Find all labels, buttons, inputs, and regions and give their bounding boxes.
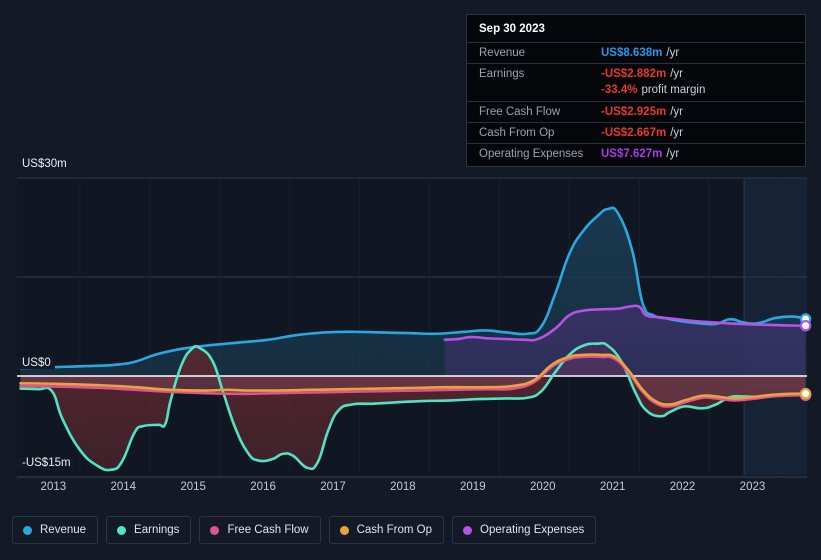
x-axis-tick: 2013 (40, 481, 67, 493)
endpoint-operating-expenses (799, 319, 812, 332)
legend-item-label: Operating Expenses (480, 524, 585, 536)
legend-color-dot-icon (210, 525, 220, 535)
legend-item-earnings[interactable]: Earnings (106, 516, 192, 544)
y-axis-label-bottom: -US$15m (16, 457, 75, 469)
tooltip-row-unit: /yr (670, 68, 683, 80)
legend-item-label: Cash From Op (356, 524, 433, 536)
x-axis-tick: 2014 (110, 481, 137, 493)
x-axis-tick: 2019 (460, 481, 486, 493)
x-axis-tick: 2018 (390, 481, 416, 493)
tooltip-row-unit: /yr (666, 148, 680, 160)
legend-item-free-cash-flow[interactable]: Free Cash Flow (199, 516, 321, 544)
legend-item-cash-from-op[interactable]: Cash From Op (328, 516, 445, 544)
tooltip-row-value: -33.4% (601, 84, 638, 96)
endpoint-cash-from-op (799, 387, 812, 400)
tooltip-row: Free Cash Flow -US$2.925m/yr (467, 101, 805, 122)
x-axis-tick: 2022 (669, 481, 696, 493)
financial-chart: US$30m US$0 -US$15m 2013 2014 2015 2016 2017… (0, 0, 821, 560)
x-axis-tick: 2020 (529, 481, 556, 493)
legend-item-revenue[interactable]: Revenue (12, 516, 99, 544)
legend-item-operating-expenses[interactable]: Operating Expenses (452, 516, 597, 544)
tooltip-rows: Revenue US$8.638m/yr Earnings -US$2.882m/yr… (467, 42, 805, 164)
tooltip-row-value: -US$2.925m (601, 106, 667, 118)
tooltip-row-value: -US$2.667m (601, 127, 667, 139)
tooltip-row: Revenue US$8.638m/yr (467, 42, 805, 63)
data-tooltip: Sep 30 2023 Revenue US$8.638m/yr Earnings -… (466, 14, 806, 167)
tooltip-row-value: US$7.627m (601, 148, 663, 160)
tooltip-row-unit: /yr (666, 47, 680, 59)
legend-item-label: Earnings (134, 524, 180, 536)
y-axis-label-top: US$30m (16, 158, 71, 170)
tooltip-row: -33.4% profit margin (467, 84, 805, 101)
tooltip-row-label: Earnings (479, 68, 525, 80)
x-axis-tick: 2016 (250, 481, 276, 493)
legend-color-dot-icon (463, 525, 473, 535)
y-axis-label-zero: US$0 (16, 357, 55, 369)
tooltip-row: Operating Expenses US$7.627m/yr (467, 143, 805, 164)
tooltip-date: Sep 30 2023 (479, 23, 545, 35)
chart-legend[interactable]: Revenue Earnings Free Cash Flow Cash From O… (12, 516, 597, 544)
tooltip-row-subtext: profit margin (641, 84, 706, 96)
x-axis-tick: 2017 (320, 481, 346, 493)
legend-color-dot-icon (339, 525, 349, 535)
tooltip-row: Cash From Op -US$2.667m/yr (467, 122, 805, 143)
tooltip-row-label: Revenue (479, 47, 526, 59)
tooltip-row-value: US$8.638m (601, 47, 663, 59)
x-axis-tick: 2021 (599, 481, 626, 493)
tooltip-row-label: Cash From Op (479, 127, 555, 139)
tooltip-row: Earnings -US$2.882m/yr (467, 63, 805, 84)
tooltip-row-label: Operating Expenses (479, 148, 584, 160)
tooltip-row-value: -US$2.882m (601, 68, 667, 80)
x-axis-tick: 2023 (739, 481, 766, 493)
x-axis-tick: 2015 (180, 481, 206, 493)
legend-item-label: Free Cash Flow (227, 524, 309, 536)
legend-color-dot-icon (23, 525, 32, 535)
tooltip-row-unit: /yr (670, 106, 683, 118)
legend-color-dot-icon (117, 525, 127, 535)
x-axis: 2013 2014 2015 2016 2017 2018 2019 2020 2021 2022… (0, 481, 821, 501)
tooltip-row-unit: /yr (670, 127, 683, 139)
tooltip-row-label: Free Cash Flow (479, 106, 561, 118)
legend-item-label: Revenue (40, 524, 87, 536)
